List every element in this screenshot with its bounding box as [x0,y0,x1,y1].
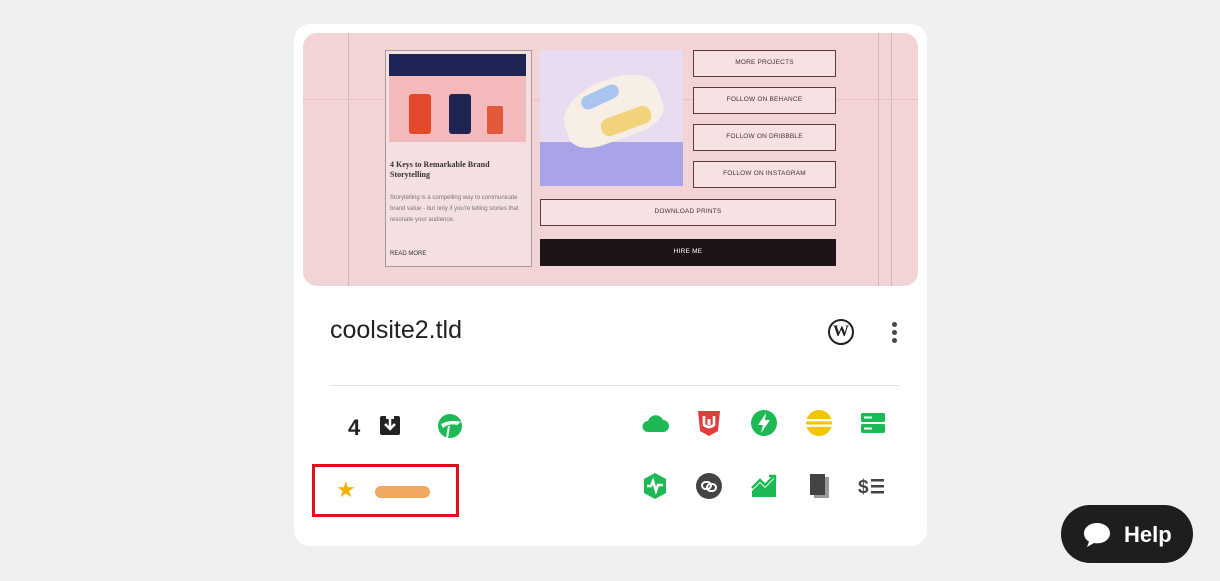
database-icon[interactable] [804,408,834,438]
svg-text:$: $ [858,477,869,498]
help-button[interactable]: Help [1061,505,1193,563]
download-prints-button: DOWNLOAD PRINTS [540,199,836,226]
chat-bubble-icon [1084,523,1110,547]
decor-line [348,33,349,286]
billing-icon[interactable]: $ [858,471,888,501]
blog-title: 4 Keys to Remarkable Brand Storytelling [390,160,490,179]
sneaker-image [540,50,683,186]
cup-image [487,106,503,134]
activity-monitor-icon[interactable] [640,471,670,501]
follow-behance-button: FOLLOW ON BEHANCE [693,87,836,114]
blog-text: Storytelling is a compelling way to comm… [390,195,519,223]
link-icon[interactable] [694,471,724,501]
follow-dribbble-button: FOLLOW ON DRIBBBLE [693,124,836,151]
placeholder-pill [375,486,430,498]
backups-count: 4 [348,415,361,440]
follow-instagram-button: FOLLOW ON INSTAGRAM [693,161,836,188]
leaf-icon[interactable] [435,411,465,441]
more-projects-button: MORE PROJECTS [693,50,836,77]
bolt-icon[interactable] [749,408,779,438]
decor-line [891,33,892,286]
site-domain[interactable]: coolsite2.tld [330,316,462,345]
help-label: Help [1124,522,1172,547]
blog-preview: 4 Keys to Remarkable Brand Storytelling … [385,50,532,267]
hire-me-button: HIRE ME [540,239,836,266]
sneaker-floor [540,142,683,186]
cloud-icon[interactable] [640,408,670,438]
shield-html-icon[interactable] [694,408,724,438]
chart-icon[interactable] [749,471,779,501]
pages-icon[interactable] [804,471,834,501]
blog-hero-image [389,54,526,142]
server-icon[interactable] [858,408,888,438]
site-thumbnail[interactable]: 4 Keys to Remarkable Brand Storytelling … [303,33,918,286]
product-image [409,94,431,134]
product-image [449,94,471,134]
blog-read-more: READ MORE [390,251,427,257]
star-icon[interactable]: ★ [336,477,356,503]
wave-shape [389,54,526,76]
download-box-icon[interactable] [375,410,405,440]
wordpress-icon[interactable]: W [828,319,854,345]
decor-line [878,33,879,286]
kebab-menu-icon[interactable] [892,322,898,344]
divider [330,385,900,386]
